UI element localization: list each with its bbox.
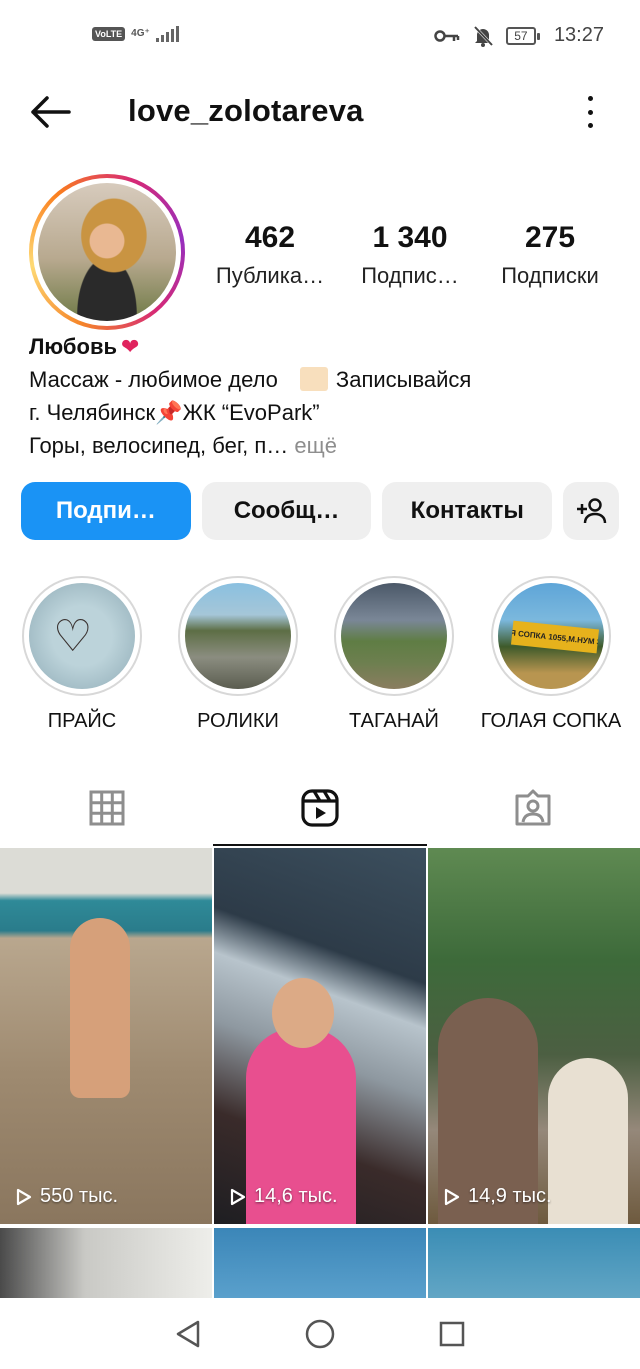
bio-text-2b: ЖК “EvoPark” [182,400,320,425]
reel-tile[interactable]: 14,6 тыс. [214,848,426,1224]
nav-recents-button[interactable] [434,1316,470,1352]
highlight-reels[interactable]: РОЛИКИ [158,576,318,733]
highlight-label: РОЛИКИ [197,710,279,732]
network-type: 4G⁺ [131,28,150,39]
stat-posts[interactable]: 462 Публика… [200,218,340,294]
reel-views: 14,9 тыс. [444,1185,552,1208]
profile-header: love_zolotareva [0,76,640,148]
followers-label: Подпис… [361,263,459,288]
square-emoji-icon [299,367,328,391]
highlight-cover [185,583,291,689]
reel-tile[interactable] [0,1228,212,1298]
reel-views: 14,6 тыс. [230,1185,338,1208]
status-bar: VoLTE 4G⁺ 57 13:27 [0,0,640,76]
tab-tagged[interactable] [427,770,640,846]
sign-text: ГОЛАЯ СОПКА 1055,М.НУМ 3,5 КМ [510,620,600,654]
reel-views: 550 тыс. [16,1185,118,1208]
following-count: 275 [524,221,576,254]
display-name-row: Любовь ❤ [29,330,619,363]
profile-stats: 462 Публика… 1 340 Подпис… 275 Подписки [200,218,620,294]
pushpin-icon: 📌 [155,400,183,425]
heart-icon: ❤ [121,334,140,359]
bio-more-link[interactable]: ещё [294,433,337,458]
tagged-user-icon [515,789,551,826]
add-user-icon [577,498,607,524]
avatar-story-ring[interactable] [29,174,185,330]
bio-text-1a: Массаж - любимое дело [29,367,278,392]
battery-icon: 57 [505,26,540,45]
clock: 13:27 [553,24,604,46]
posts-label: Публика… [215,263,325,288]
bio-line-2: г. Челябинск📌ЖК “EvoPark” [29,396,619,429]
back-arrow-icon [31,96,71,128]
story-highlights: ♡ ПРАЙС РОЛИКИ ТАГАНАЙ ГОЛАЯ СОПКА 1055,… [0,576,640,736]
status-right: 57 13:27 [434,24,604,47]
highlight-label: ПРАЙС [47,710,117,732]
reels-icon [301,789,339,827]
status-left: VoLTE 4G⁺ [92,26,179,42]
reel-views-count: 550 тыс. [40,1185,119,1207]
highlight-cover: ♡ [29,583,135,689]
highlight-label: ТАГАНАЙ [349,710,439,732]
play-icon [230,1188,246,1205]
highlight-cover: ГОЛАЯ СОПКА 1055,М.НУМ 3,5 КМ [498,583,604,689]
highlight-cover [341,583,447,689]
bio-line-3: Горы, велосипед, бег, п… ещё [29,429,619,462]
bio-text-2a: г. Челябинск [29,400,156,425]
bio-text-1b: Записывайся [335,367,472,392]
subscribe-button[interactable]: Подпи… [21,482,191,540]
bio-line-1: Массаж - любимое дело Записывайся [29,363,619,396]
signal-icon [155,26,179,42]
reel-tile[interactable] [214,1228,426,1298]
profile-tabs [0,770,640,846]
grid-icon [89,790,125,826]
reel-views-count: 14,9 тыс. [468,1185,552,1207]
nav-home-icon [305,1319,335,1349]
highlight-taganay[interactable]: ТАГАНАЙ [314,576,474,733]
system-nav-bar [0,1299,640,1369]
avatar [38,183,176,321]
mute-bell-icon [473,25,494,47]
bio-text-3: Горы, велосипед, бег, п… [29,433,289,458]
reel-views-count: 14,6 тыс. [254,1185,338,1207]
stat-following[interactable]: 275 Подписки [480,218,620,294]
highlight-label: ГОЛАЯ СОПКА [480,710,622,732]
more-options-button[interactable] [580,94,600,130]
display-name: Любовь [29,334,118,359]
reel-tile[interactable]: 550 тыс. [0,848,212,1224]
contacts-button[interactable]: Контакты [382,482,553,540]
profile-bio: Любовь ❤ Массаж - любимое дело Записывайс… [29,330,619,462]
highlight-golaya-sopka[interactable]: ГОЛАЯ СОПКА 1055,М.НУМ 3,5 КМ ГОЛАЯ СОПК… [471,576,631,733]
profile-actions: Подпи… Сообщ… Контакты [21,482,620,540]
reel-tile[interactable] [428,1228,640,1298]
play-icon [16,1188,32,1205]
nav-home-button[interactable] [302,1316,338,1352]
followers-count: 1 340 [372,221,448,254]
posts-count: 462 [244,221,296,254]
nav-back-icon [176,1320,200,1348]
profile-username: love_zolotareva [128,93,364,128]
nav-recents-icon [439,1321,465,1347]
back-button[interactable] [28,94,72,130]
nav-back-button[interactable] [170,1316,206,1352]
play-icon [444,1188,460,1205]
reel-tile[interactable]: 14,9 тыс. [428,848,640,1224]
tab-posts-grid[interactable] [0,770,213,846]
following-label: Подписки [501,263,599,288]
suggest-users-button[interactable] [563,482,620,540]
tab-reels[interactable] [213,770,427,846]
message-button[interactable]: Сообщ… [201,482,372,540]
stat-followers[interactable]: 1 340 Подпис… [340,218,480,294]
highlight-price[interactable]: ♡ ПРАЙС [2,576,162,733]
volte-badge: VoLTE [92,27,126,41]
key-icon [434,29,460,42]
heart-hands-icon: ♡ [53,612,93,661]
